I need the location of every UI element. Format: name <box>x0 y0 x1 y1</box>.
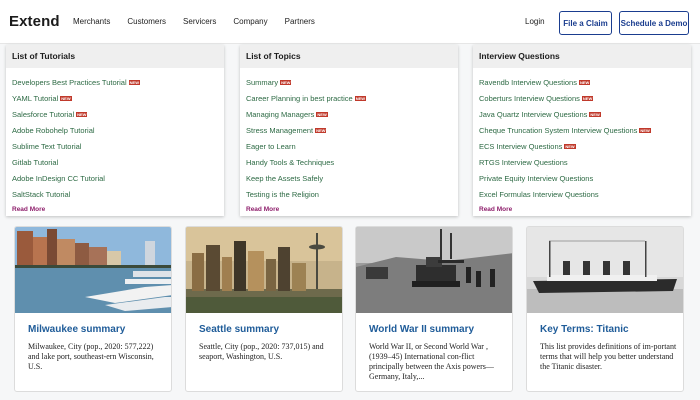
list-item[interactable]: Adobe Robohelp Tutorial <box>12 123 218 139</box>
list-item-label: Career Planning in best practice <box>246 94 353 103</box>
list-item-label: Eager to Learn <box>246 142 296 151</box>
new-badge: NEW <box>128 80 140 85</box>
site-header: Extend Merchants Customers Servicers Com… <box>0 0 700 44</box>
list-item-label: Ravendb Interview Questions <box>479 78 577 87</box>
list-item-label: Java Quartz Interview Questions <box>479 110 588 119</box>
nav-merchants[interactable]: Merchants <box>73 17 110 26</box>
file-claim-button[interactable]: File a Claim <box>559 11 612 35</box>
list-item-label: Adobe Robohelp Tutorial <box>12 126 95 135</box>
list-item[interactable]: Private Equity Interview Questions <box>479 171 685 187</box>
nav-company[interactable]: Company <box>233 17 267 26</box>
list-item-label: Managing Managers <box>246 110 315 119</box>
list-item[interactable]: Keep the Assets Safely <box>246 171 452 187</box>
panel-interview-questions: Interview Questions Ravendb Interview Qu… <box>473 45 691 216</box>
list-item[interactable]: Salesforce Tutorial NEW <box>12 107 218 123</box>
list-item-label: RTGS Interview Questions <box>479 158 568 167</box>
card-title[interactable]: Key Terms: Titanic <box>540 324 629 335</box>
list-item[interactable]: Testing is the Religion <box>246 187 452 203</box>
list-item-label: Testing is the Religion <box>246 190 319 199</box>
list-item[interactable]: Career Planning in best practice NEW <box>246 91 452 107</box>
card-title[interactable]: World War II summary <box>369 324 474 335</box>
new-badge: NEW <box>315 128 327 133</box>
list-item[interactable]: Gitlab Tutorial <box>12 155 218 171</box>
list-item[interactable]: Excel Formulas Interview Questions <box>479 187 685 203</box>
list-item-label: ECS Interview Questions <box>479 142 563 151</box>
list-item-label: Stress Management <box>246 126 314 135</box>
list-item-label: Salesforce Tutorial <box>12 110 75 119</box>
new-badge: NEW <box>76 112 88 117</box>
list-item-label: Developers Best Practices Tutorial <box>12 78 127 87</box>
list-item[interactable]: Managing Managers NEW <box>246 107 452 123</box>
panel-title: List of Topics <box>240 45 458 68</box>
panel-topics: List of Topics Summary NEW Career Planning… <box>240 45 458 216</box>
read-more-link[interactable]: Read More <box>479 206 512 213</box>
list-item[interactable]: YAML Tutorial NEW <box>12 91 218 107</box>
card-summary: This list provides definitions of im-por… <box>540 342 677 371</box>
new-badge: NEW <box>280 80 292 85</box>
new-badge: NEW <box>354 96 367 101</box>
list-item[interactable]: Coberturs Interview Questions NEW <box>479 91 685 107</box>
ww2-tanks-photo[interactable] <box>356 227 512 313</box>
list-item[interactable]: Cheque Truncation System Interview Quest… <box>479 123 685 139</box>
list-item[interactable]: Sublime Text Tutorial <box>12 139 218 155</box>
panel-tutorials: List of Tutorials Developers Best Practi… <box>6 45 224 216</box>
list-item[interactable]: Stress Management NEW <box>246 123 452 139</box>
card-summary: World War II, or Second World War , (193… <box>369 342 494 381</box>
card-title[interactable]: Milwaukee summary <box>28 324 125 335</box>
panel-list: Ravendb Interview Questions NEW Coberturs … <box>473 68 691 203</box>
list-item-label: Handy Tools & Techniques <box>246 158 335 167</box>
card-summary: Seattle, City (pop., 2020: 737,015) and … <box>199 342 324 361</box>
list-item[interactable]: Adobe InDesign CC Tutorial <box>12 171 218 187</box>
milwaukee-harbor-photo[interactable] <box>15 227 171 313</box>
panel-title: List of Tutorials <box>6 45 224 68</box>
list-item-label: Private Equity Interview Questions <box>479 174 594 183</box>
new-badge: NEW <box>578 80 591 85</box>
list-item-label: SaltStack Tutorial <box>12 190 71 199</box>
list-item-label: Cheque Truncation System Interview Quest… <box>479 126 638 135</box>
list-item-label: YAML Tutorial <box>12 94 59 103</box>
card-titanic[interactable]: Key Terms: Titanic This list provides de… <box>526 226 684 392</box>
list-item[interactable]: Handy Tools & Techniques <box>246 155 452 171</box>
new-badge: NEW <box>589 112 601 117</box>
login-link[interactable]: Login <box>525 17 545 26</box>
seattle-skyline-photo[interactable] <box>186 227 342 313</box>
panel-list: Developers Best Practices Tutorial NEW YAM… <box>6 68 224 203</box>
card-title[interactable]: Seattle summary <box>199 324 279 335</box>
list-item-label: Excel Formulas Interview Questions <box>479 190 599 199</box>
list-item[interactable]: RTGS Interview Questions <box>479 155 685 171</box>
list-item-label: Sublime Text Tutorial <box>12 142 82 151</box>
new-badge: NEW <box>316 112 328 117</box>
card-world-war-ii[interactable]: World War II summary World War II, or Se… <box>355 226 513 392</box>
list-item[interactable]: Ravendb Interview Questions NEW <box>479 75 685 91</box>
new-badge: NEW <box>639 128 651 133</box>
list-item[interactable]: Summary NEW <box>246 75 452 91</box>
new-badge: NEW <box>581 96 594 101</box>
logo[interactable]: Extend <box>9 13 60 30</box>
list-item[interactable]: Java Quartz Interview Questions NEW <box>479 107 685 123</box>
nav-servicers[interactable]: Servicers <box>183 17 216 26</box>
schedule-demo-button[interactable]: Schedule a Demo <box>619 11 689 35</box>
read-more-link[interactable]: Read More <box>246 206 279 213</box>
list-item[interactable]: ECS Interview Questions NEW <box>479 139 685 155</box>
main-nav: Merchants Customers Servicers Company Pa… <box>73 17 332 26</box>
list-item-label: Coberturs Interview Questions <box>479 94 580 103</box>
list-item-label: Summary <box>246 78 279 87</box>
new-badge: NEW <box>60 96 72 101</box>
nav-customers[interactable]: Customers <box>127 17 166 26</box>
panel-list: Summary NEW Career Planning in best practi… <box>240 68 458 203</box>
list-item[interactable]: SaltStack Tutorial <box>12 187 218 203</box>
list-item-label: Gitlab Tutorial <box>12 158 59 167</box>
list-item-label: Adobe InDesign CC Tutorial <box>12 174 105 183</box>
nav-partners[interactable]: Partners <box>285 17 315 26</box>
read-more-link[interactable]: Read More <box>12 206 45 213</box>
new-badge: NEW <box>564 144 576 149</box>
list-item-label: Keep the Assets Safely <box>246 174 324 183</box>
card-seattle[interactable]: Seattle summary Seattle, City (pop., 202… <box>185 226 343 392</box>
list-item[interactable]: Eager to Learn <box>246 139 452 155</box>
card-summary: Milwaukee, City (pop., 2020: 577,222) an… <box>28 342 154 371</box>
titanic-ship-photo[interactable] <box>527 227 683 313</box>
list-item[interactable]: Developers Best Practices Tutorial NEW <box>12 75 218 91</box>
card-milwaukee[interactable]: Milwaukee summary Milwaukee, City (pop.,… <box>14 226 172 392</box>
panel-title: Interview Questions <box>473 45 691 68</box>
